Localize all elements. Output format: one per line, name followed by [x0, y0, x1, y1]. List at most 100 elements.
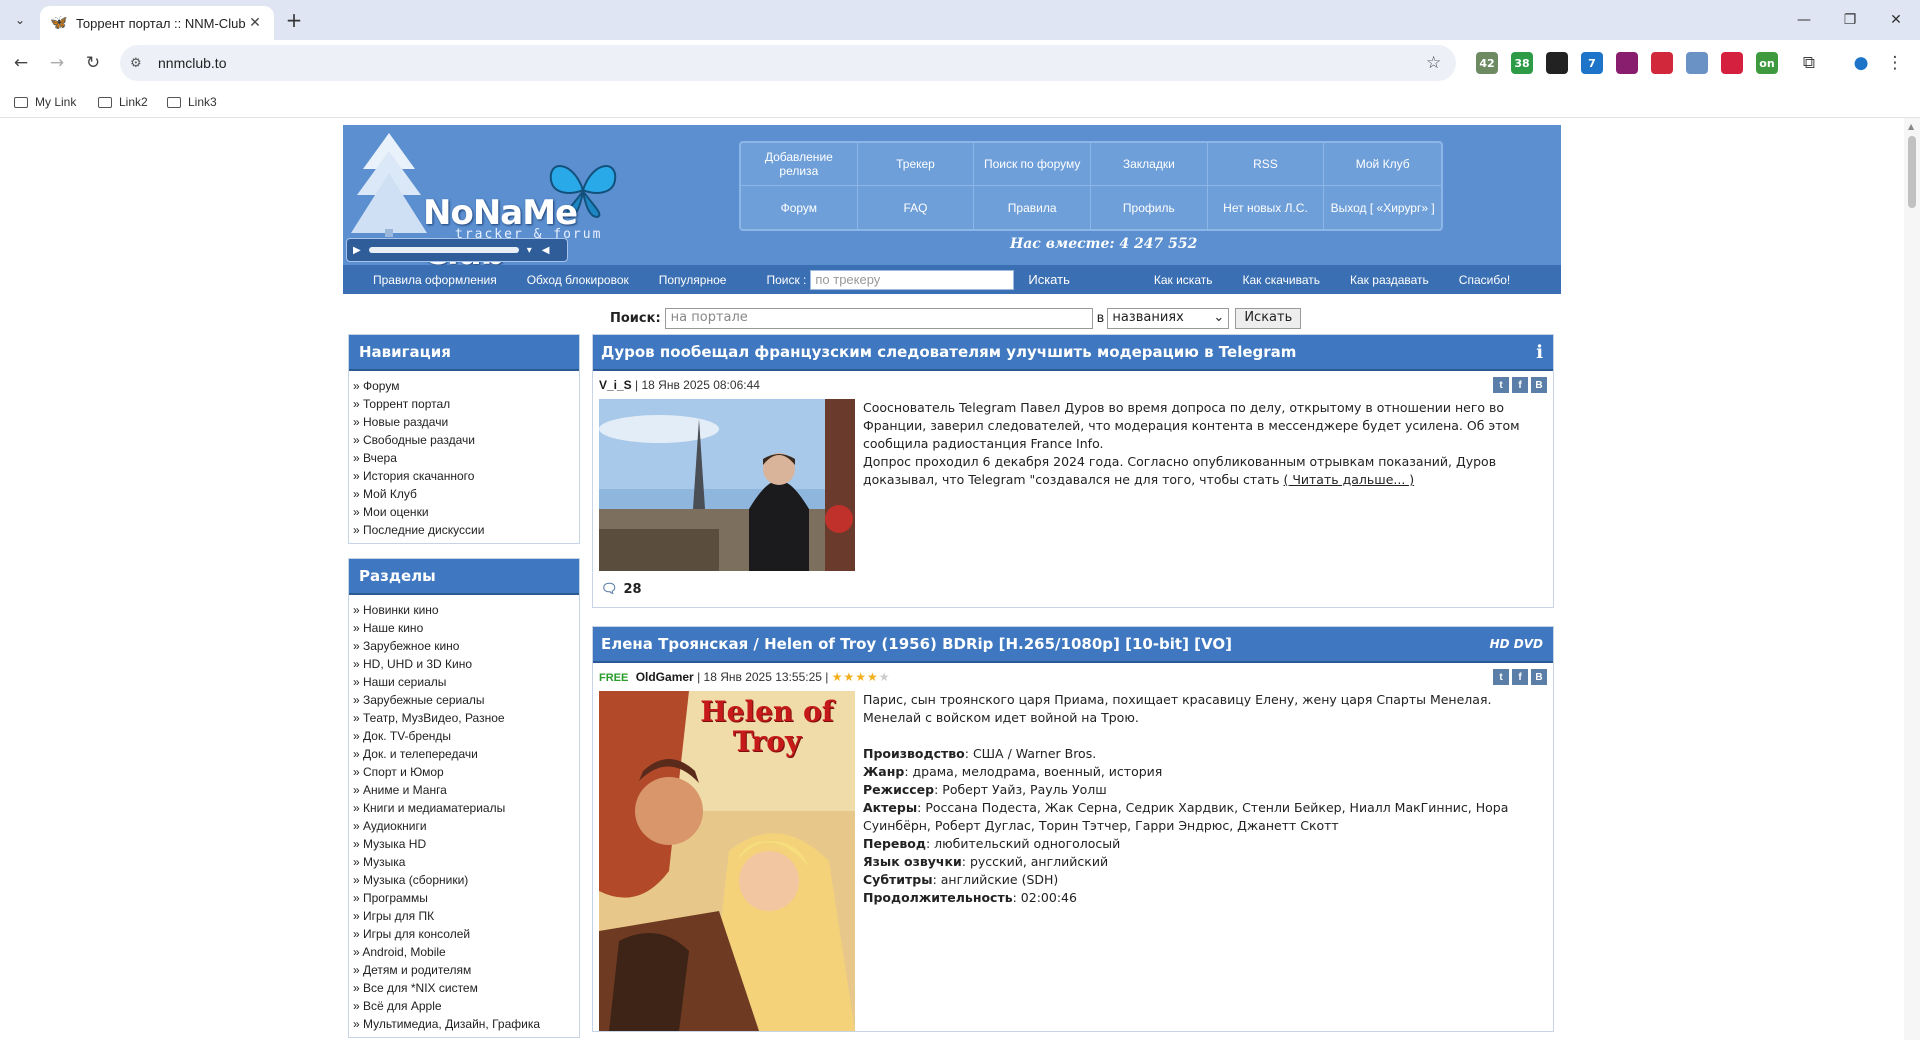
link-formatting-rules[interactable]: Правила оформления: [373, 273, 497, 287]
sidebar-section-item[interactable]: » Док. TV-бренды: [353, 727, 575, 745]
nav-add-release[interactable]: Добавление релиза: [741, 143, 858, 186]
sidebar-section-item[interactable]: » Аниме и Манга: [353, 781, 575, 799]
read-more-link[interactable]: ( Читать дальше... ): [1283, 472, 1414, 487]
sidebar-nav-item[interactable]: » Новые раздачи: [353, 413, 575, 431]
sidebar-nav-item[interactable]: » Торрент портал: [353, 395, 575, 413]
new-tab-icon[interactable]: +: [282, 8, 306, 32]
movie-poster[interactable]: Helen of Troy: [599, 691, 855, 1031]
post-title[interactable]: Дуров пообещал французским следователям …: [601, 343, 1296, 361]
star-icon[interactable]: ★: [867, 670, 879, 684]
sidebar-section-item[interactable]: » Музыка: [353, 853, 575, 871]
ext-grid-icon[interactable]: [1546, 52, 1568, 74]
sidebar-section-item[interactable]: » Музыка HD: [353, 835, 575, 853]
sidebar-section-item[interactable]: » Док. и телепередачи: [353, 745, 575, 763]
sidebar-section-item[interactable]: » Наши сериалы: [353, 673, 575, 691]
scroll-up-icon[interactable]: ▲: [1908, 122, 1914, 131]
audio-player[interactable]: ▶ ▾ ◀: [346, 238, 568, 262]
sidebar-nav-item[interactable]: » Вчера: [353, 449, 575, 467]
tab-active[interactable]: 🦋 Торрент портал :: NNM-Club ✕: [40, 6, 274, 40]
post-title[interactable]: Елена Троянская / Helen of Troy (1956) B…: [601, 635, 1232, 653]
minimize-icon[interactable]: —: [1781, 0, 1827, 40]
share-twitter-icon[interactable]: t: [1493, 669, 1509, 685]
close-window-icon[interactable]: ✕: [1873, 0, 1919, 40]
portal-search-select[interactable]: названиях ⌄: [1107, 308, 1230, 329]
ext-38-icon[interactable]: 38: [1511, 52, 1533, 74]
forward-icon[interactable]: →: [44, 50, 70, 76]
ext-red-icon[interactable]: [1721, 52, 1743, 74]
portal-search-input[interactable]: на портале: [664, 308, 1093, 329]
post-thumbnail[interactable]: [599, 399, 855, 571]
sidebar-section-item[interactable]: » Книги и медиаматериалы: [353, 799, 575, 817]
comments-count[interactable]: 28: [624, 582, 642, 597]
player-dropdown-icon[interactable]: ▾: [527, 245, 532, 256]
sidebar-section-item[interactable]: » Зарубежные сериалы: [353, 691, 575, 709]
player-progress[interactable]: [368, 247, 519, 253]
nav-rss[interactable]: RSS: [1207, 143, 1325, 186]
star-icon[interactable]: ★: [855, 670, 867, 684]
bookmark-star-icon[interactable]: ☆: [1426, 53, 1456, 73]
sidebar-section-item[interactable]: » Игры для консолей: [353, 925, 575, 943]
sidebar-nav-item[interactable]: » История скачанного: [353, 467, 575, 485]
sidebar-section-item[interactable]: » Наше кино: [353, 619, 575, 637]
volume-icon[interactable]: ◀: [542, 245, 550, 256]
link-how-to-seed[interactable]: Как раздавать: [1350, 273, 1429, 287]
tab-search-dropdown-icon[interactable]: ⌄: [8, 8, 32, 32]
bookmark-my-link[interactable]: My Link: [14, 92, 76, 112]
nav-forum[interactable]: Форум: [741, 186, 858, 229]
back-icon[interactable]: ←: [8, 50, 34, 76]
restore-icon[interactable]: ❐: [1827, 0, 1873, 40]
post-author[interactable]: OldGamer: [636, 670, 694, 684]
sidebar-section-item[interactable]: » Мультимедиа, Дизайн, Графика: [353, 1015, 575, 1033]
nav-private-messages[interactable]: Нет новых Л.С.: [1208, 186, 1325, 229]
play-icon[interactable]: ▶: [353, 245, 361, 256]
profile-avatar-icon[interactable]: ●: [1848, 50, 1874, 76]
ext-on-icon[interactable]: on: [1756, 52, 1778, 74]
nav-rules[interactable]: Правила: [974, 186, 1091, 229]
nav-faq[interactable]: FAQ: [858, 186, 975, 229]
star-icon[interactable]: ★: [844, 670, 856, 684]
link-thanks[interactable]: Спасибо!: [1459, 273, 1510, 287]
share-twitter-icon[interactable]: t: [1493, 377, 1509, 393]
address-bar[interactable]: ⚙ nnmclub.to ☆: [120, 45, 1456, 81]
link-how-to-download[interactable]: Как скачивать: [1242, 273, 1320, 287]
sidebar-nav-item[interactable]: » Мои оценки: [353, 503, 575, 521]
share-vk-icon[interactable]: В: [1531, 669, 1547, 685]
sidebar-nav-item[interactable]: » Мой Клуб: [353, 485, 575, 503]
sidebar-section-item[interactable]: » Новинки кино: [353, 601, 575, 619]
sidebar-section-item[interactable]: » Android, Mobile: [353, 943, 575, 961]
reload-icon[interactable]: ↻: [80, 50, 106, 76]
sidebar-nav-item[interactable]: » Форум: [353, 377, 575, 395]
star-icon[interactable]: ★: [832, 670, 844, 684]
info-icon[interactable]: ℹ: [1536, 342, 1543, 363]
share-vk-icon[interactable]: В: [1531, 377, 1547, 393]
sidebar-section-item[interactable]: » Игры для ПК: [353, 907, 575, 925]
sidebar-section-item[interactable]: » Программы: [353, 889, 575, 907]
share-facebook-icon[interactable]: f: [1512, 669, 1528, 685]
tracker-search-input[interactable]: по трекеру: [810, 269, 1015, 290]
page-scrollbar[interactable]: ▲: [1904, 118, 1920, 1040]
scrollbar-thumb[interactable]: [1908, 136, 1916, 208]
bookmark-link2[interactable]: Link2: [98, 92, 148, 112]
link-bypass-blocking[interactable]: Обход блокировок: [527, 273, 629, 287]
portal-search-button[interactable]: Искать: [1235, 308, 1302, 329]
sidebar-section-item[interactable]: » Спорт и Юмор: [353, 763, 575, 781]
sidebar-section-item[interactable]: » Театр, МузВидео, Разное: [353, 709, 575, 727]
sidebar-section-item[interactable]: » HD, UHD и 3D Кино: [353, 655, 575, 673]
sidebar-section-item[interactable]: » Детям и родителям: [353, 961, 575, 979]
sidebar-nav-item[interactable]: » Последние дискуссии: [353, 521, 575, 539]
ext-42-icon[interactable]: 42: [1476, 52, 1498, 74]
comments-icon[interactable]: 🗨: [601, 582, 618, 597]
ext-share-icon[interactable]: [1686, 52, 1708, 74]
extensions-puzzle-icon[interactable]: ⧉: [1796, 50, 1822, 76]
nav-my-club[interactable]: Мой Клуб: [1324, 143, 1441, 186]
link-how-to-search[interactable]: Как искать: [1154, 273, 1213, 287]
rating-stars[interactable]: ★★★★★: [832, 670, 891, 684]
sidebar-section-item[interactable]: » Музыка (сборники): [353, 871, 575, 889]
sidebar-section-item[interactable]: » Аудиокниги: [353, 817, 575, 835]
sidebar-section-item[interactable]: » Всё для Apple: [353, 997, 575, 1015]
sidebar-section-item[interactable]: » Все для *NIX систем: [353, 979, 575, 997]
ext-block-icon[interactable]: [1616, 52, 1638, 74]
close-tab-icon[interactable]: ✕: [246, 15, 264, 31]
bookmark-link3[interactable]: Link3: [167, 92, 217, 112]
ext-7-icon[interactable]: 7: [1581, 52, 1603, 74]
